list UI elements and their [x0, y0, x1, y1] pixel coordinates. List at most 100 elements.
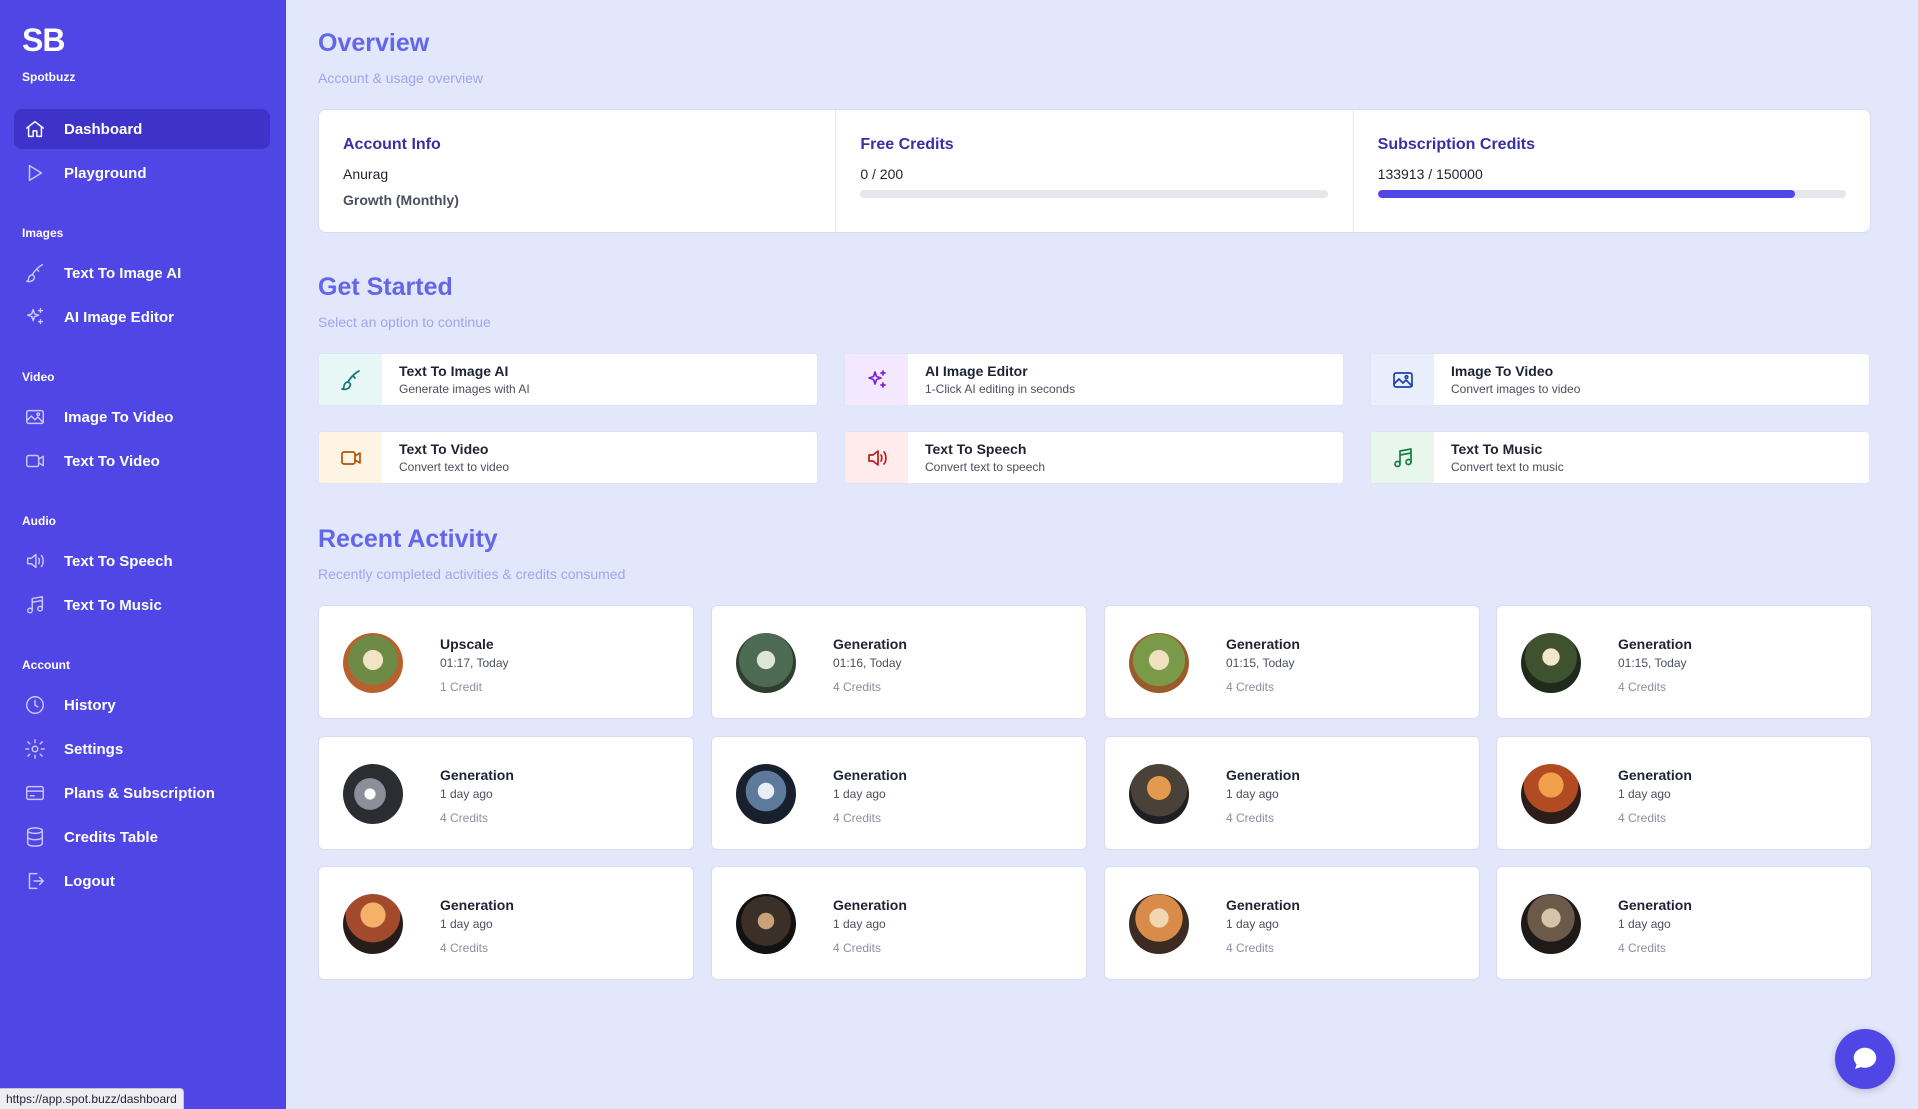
activity-thumbnail: [1129, 633, 1189, 693]
get-started-text-to-video[interactable]: Text To Video Convert text to video: [318, 431, 818, 484]
sidebar-item-label: History: [64, 696, 116, 714]
card-title: AI Image Editor: [925, 363, 1028, 379]
activity-title: Generation: [1618, 636, 1692, 652]
activity-time: 1 day ago: [1618, 917, 1671, 931]
card-title: Text To Image AI: [399, 363, 509, 379]
sidebar-item-logout[interactable]: Logout: [14, 861, 270, 901]
activity-credits: 4 Credits: [440, 811, 489, 825]
card-title: Text To Music: [1451, 441, 1543, 457]
activity-card[interactable]: Upscale 01:17, Today 1 Credit: [318, 605, 694, 719]
activity-credits: 4 Credits: [1618, 680, 1667, 694]
activity-thumbnail: [736, 633, 796, 693]
sidebar-item-label: Settings: [64, 740, 124, 758]
sidebar-item-playground[interactable]: Playground: [14, 153, 270, 193]
activity-time: 01:16, Today: [833, 656, 902, 670]
brand-logo[interactable]: SB: [22, 22, 65, 59]
activity-credits: 4 Credits: [1226, 811, 1275, 825]
home-icon: [22, 116, 48, 142]
play-icon: [22, 160, 48, 186]
sidebar-item-text-to-music[interactable]: Text To Music: [14, 585, 270, 625]
image-icon: [22, 404, 48, 430]
subscription-credits-title: Subscription Credits: [1377, 136, 1536, 153]
get-started-text-to-image[interactable]: Text To Image AI Generate images with AI: [318, 353, 818, 406]
video-icon: [22, 448, 48, 474]
get-started-text-to-music[interactable]: Text To Music Convert text to music: [1370, 431, 1870, 484]
activity-card[interactable]: Generation 01:16, Today 4 Credits: [711, 605, 1087, 719]
recent-activity-title: Recent Activity: [318, 525, 498, 553]
page-subtitle: Account & usage overview: [318, 70, 483, 86]
activity-credits: 4 Credits: [833, 680, 882, 694]
activity-card[interactable]: Generation 01:15, Today 4 Credits: [1104, 605, 1480, 719]
chat-icon: [1853, 1047, 1877, 1069]
get-started-subtitle: Select an option to continue: [318, 314, 491, 330]
card-desc: Convert text to music: [1451, 460, 1564, 474]
sidebar-item-ai-image-editor[interactable]: AI Image Editor: [14, 297, 270, 337]
sidebar-item-image-to-video[interactable]: Image To Video: [14, 397, 270, 437]
brush-icon: [319, 354, 382, 405]
sidebar-item-label: Text To Speech: [64, 552, 173, 570]
get-started-text-to-speech[interactable]: Text To Speech Convert text to speech: [844, 431, 1344, 484]
free-credits-value: 0 / 200: [860, 166, 904, 182]
sidebar-item-dashboard[interactable]: Dashboard: [14, 109, 270, 149]
activity-card[interactable]: Generation 1 day ago 4 Credits: [711, 866, 1087, 980]
activity-time: 1 day ago: [440, 917, 493, 931]
account-info: Account Info Anurag Growth (Monthly): [319, 110, 837, 232]
chat-button[interactable]: [1835, 1029, 1895, 1089]
activity-card[interactable]: Generation 01:15, Today 4 Credits: [1496, 605, 1872, 719]
activity-title: Generation: [1618, 767, 1692, 783]
activity-card[interactable]: Generation 1 day ago 4 Credits: [711, 736, 1087, 850]
sidebar-item-text-to-video[interactable]: Text To Video: [14, 441, 270, 481]
sidebar-item-plans[interactable]: Plans & Subscription: [14, 773, 270, 813]
activity-card[interactable]: Generation 1 day ago 4 Credits: [318, 866, 694, 980]
account-info-title: Account Info: [343, 136, 441, 153]
sidebar-item-history[interactable]: History: [14, 685, 270, 725]
sidebar-item-label: Image To Video: [64, 408, 174, 426]
activity-credits: 4 Credits: [1618, 941, 1667, 955]
nav-section-account: Account: [22, 658, 70, 672]
activity-thumbnail: [343, 764, 403, 824]
subscription-credits-progress: [1377, 190, 1846, 198]
sidebar-item-text-to-image[interactable]: Text To Image AI: [14, 253, 270, 293]
card-icon: [22, 780, 48, 806]
activity-time: 1 day ago: [1618, 787, 1671, 801]
free-credits: Free Credits 0 / 200: [836, 110, 1354, 232]
sidebar-item-credits-table[interactable]: Credits Table: [14, 817, 270, 857]
sidebar-item-settings[interactable]: Settings: [14, 729, 270, 769]
activity-card[interactable]: Generation 1 day ago 4 Credits: [1104, 866, 1480, 980]
activity-thumbnail: [1129, 764, 1189, 824]
music-icon: [22, 592, 48, 618]
status-bar-url: https://app.spot.buzz/dashboard: [0, 1088, 184, 1109]
activity-title: Upscale: [440, 636, 494, 652]
sidebar-item-label: Plans & Subscription: [64, 784, 215, 802]
get-started-image-to-video[interactable]: Image To Video Convert images to video: [1370, 353, 1870, 406]
activity-title: Generation: [1226, 636, 1300, 652]
activity-card[interactable]: Generation 1 day ago 4 Credits: [318, 736, 694, 850]
activity-thumbnail: [736, 764, 796, 824]
card-desc: Convert text to speech: [925, 460, 1046, 474]
account-name: Anurag: [343, 166, 389, 182]
subscription-credits-progress-fill: [1377, 190, 1796, 198]
activity-title: Generation: [833, 636, 907, 652]
activity-title: Generation: [1226, 897, 1300, 913]
sidebar-item-label: Text To Video: [64, 452, 160, 470]
activity-time: 01:15, Today: [1618, 656, 1687, 670]
nav-section-video: Video: [22, 370, 55, 384]
activity-credits: 4 Credits: [1226, 680, 1275, 694]
brush-icon: [22, 260, 48, 286]
activity-card[interactable]: Generation 1 day ago 4 Credits: [1104, 736, 1480, 850]
card-title: Text To Video: [399, 441, 489, 457]
get-started-ai-image-editor[interactable]: AI Image Editor 1-Click AI editing in sec…: [844, 353, 1344, 406]
activity-card[interactable]: Generation 1 day ago 4 Credits: [1496, 866, 1872, 980]
sparkles-icon: [22, 304, 48, 330]
subscription-credits: Subscription Credits 133913 / 150000: [1354, 110, 1870, 232]
subscription-credits-value: 133913 / 150000: [1377, 166, 1483, 182]
card-title: Image To Video: [1451, 363, 1554, 379]
activity-card[interactable]: Generation 1 day ago 4 Credits: [1496, 736, 1872, 850]
sidebar-item-text-to-speech[interactable]: Text To Speech: [14, 541, 270, 581]
activity-time: 01:17, Today: [440, 656, 509, 670]
activity-thumbnail: [1129, 894, 1189, 954]
nav-section-audio: Audio: [22, 514, 56, 528]
account-plan: Growth (Monthly): [343, 192, 459, 208]
card-desc: Generate images with AI: [399, 382, 530, 396]
card-desc: 1-Click AI editing in seconds: [925, 382, 1076, 396]
